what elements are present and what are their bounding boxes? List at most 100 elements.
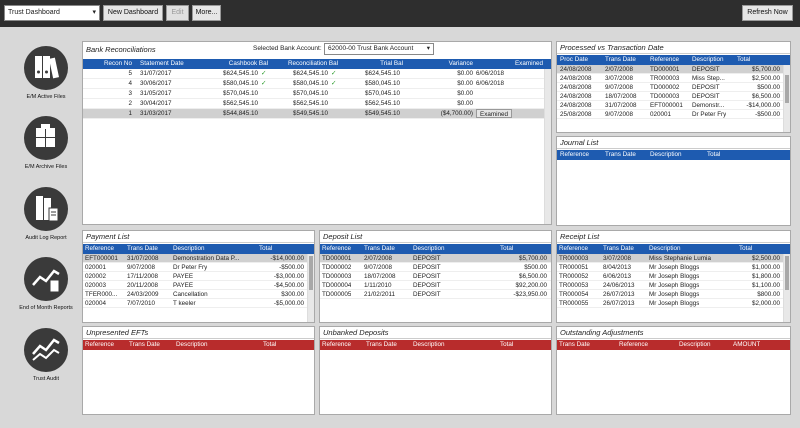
col-header[interactable]: Total [737, 55, 750, 65]
table-row[interactable]: 24/08/2008 31/07/2008 EFT000001 Demonstr...… [557, 101, 790, 110]
col-header[interactable]: Description [649, 244, 681, 254]
vertical-scrollbar[interactable] [544, 69, 551, 224]
table-header: Reference Trans Date Description Total [83, 244, 314, 254]
trial-bal: $624,545.10 [364, 70, 400, 77]
col-header[interactable]: Statement Date [140, 59, 210, 69]
reconciliation-bal: $549,545.10 [292, 110, 328, 117]
table-row[interactable]: 24/08/2008 9/07/2008 TD000002 DEPOSIT $500.0… [557, 83, 790, 92]
table-row[interactable]: TR000052 6/06/2013 Mr Joseph Bloggs $1,800.… [557, 272, 790, 281]
col-header[interactable]: Reference [619, 340, 648, 350]
nav-audit-log-report[interactable]: Audit Log Report [14, 187, 78, 241]
table-row[interactable]: 4 30/06/2017 $580,045.10 ✓ $580,045.10 ✓ $580,… [83, 79, 551, 89]
scroll-thumb[interactable] [785, 75, 789, 103]
col-header[interactable]: Description [679, 340, 711, 350]
col-header[interactable]: Total [707, 150, 720, 160]
refresh-now-button[interactable]: Refresh Now [742, 5, 793, 21]
table-row[interactable]: 2 30/04/2017 $562,545.10 $562,545.10 $562,54… [83, 99, 551, 109]
table-row[interactable]: 3 31/05/2017 $570,045.10 $570,045.10 $570,04… [83, 89, 551, 99]
table-cell: TR000003 [559, 255, 589, 262]
table-row[interactable]: TD000003 18/07/2008 DEPOSIT $6,500.00 [320, 272, 551, 281]
col-header[interactable]: Reference [322, 244, 351, 254]
nav-label: E/M Archive Files [24, 164, 68, 170]
nav-trust-audit[interactable]: Trust Audit [14, 328, 78, 382]
table-row[interactable]: TFER000... 24/03/2009 Cancellation $300.00 [83, 290, 314, 299]
col-header[interactable]: Total [263, 340, 276, 350]
table-row[interactable]: 020001 9/07/2008 Dr Peter Fry -$500.00 [83, 263, 314, 272]
col-header[interactable]: Reference [322, 340, 351, 350]
table-cell: TD000001 [322, 255, 352, 262]
col-header[interactable]: Trial Bal [348, 59, 403, 69]
table-cell: DEPOSIT [692, 93, 720, 100]
table-row[interactable]: TR000003 3/07/2008 Miss Stephanie Lumia $2,… [557, 254, 790, 263]
table-row[interactable]: 24/08/2008 3/07/2008 TR000003 Miss Step... $… [557, 74, 790, 83]
col-header[interactable]: Reference [85, 340, 114, 350]
col-header[interactable]: Examined [488, 59, 543, 69]
col-header[interactable]: Trans Date [129, 340, 160, 350]
dashboard-select-value: Trust Dashboard [8, 9, 60, 16]
col-header[interactable]: Description [413, 340, 445, 350]
col-header[interactable]: Description [413, 244, 445, 254]
col-header[interactable]: Reference [559, 244, 588, 254]
col-header[interactable]: Trans Date [127, 244, 158, 254]
col-header[interactable]: Trans Date [364, 244, 395, 254]
bank-account-select[interactable]: 62000-00 Trust Bank Account ▾ [324, 43, 434, 55]
vertical-scrollbar[interactable] [307, 254, 314, 322]
more-button[interactable]: More... [192, 5, 221, 21]
table-row[interactable]: 24/08/2008 2/07/2008 TD000001 DEPOSIT $5,700… [557, 65, 790, 74]
col-header[interactable]: Recon No [85, 59, 132, 69]
col-header[interactable]: Reference [85, 244, 114, 254]
table-cell: Mr Joseph Bloggs [649, 291, 700, 298]
col-header[interactable]: Description [692, 55, 724, 65]
col-header[interactable]: Trans Date [605, 55, 636, 65]
table-cell: EFT000001 [650, 102, 683, 109]
nav-em-archive-files[interactable]: E/M Archive Files [14, 116, 78, 170]
table-row[interactable]: TD000001 2/07/2008 DEPOSIT $5,700.00 [320, 254, 551, 263]
table-row[interactable]: EFT000001 31/07/2008 Demonstration Data P.… [83, 254, 314, 263]
selected-bank-label: Selected Bank Account: [253, 45, 322, 52]
col-header[interactable]: Description [173, 244, 205, 254]
scroll-thumb[interactable] [785, 256, 789, 290]
vertical-scrollbar[interactable] [783, 254, 790, 322]
table-row[interactable]: 25/08/2008 9/07/2008 020001 Dr Peter Fry -$5… [557, 110, 790, 119]
col-header[interactable]: Reference [560, 150, 589, 160]
variance: $0.00 [457, 80, 473, 87]
examined-button[interactable]: Examined [476, 109, 513, 118]
col-header[interactable]: Reconciliation Bal [273, 59, 338, 69]
table-row[interactable]: 020004 7/07/2010 T keeler -$5,000.00 [83, 299, 314, 308]
col-header[interactable]: Description [176, 340, 208, 350]
col-header[interactable]: Trans Date [366, 340, 397, 350]
col-header[interactable]: Description [650, 150, 682, 160]
col-header[interactable]: Total [259, 244, 272, 254]
scroll-thumb[interactable] [309, 256, 313, 290]
col-header[interactable]: AMOUNT [733, 340, 760, 350]
nav-em-active-files[interactable]: E/M Active Files [14, 46, 78, 100]
table-row[interactable]: TR000055 26/07/2013 Mr Joseph Bloggs $2,000… [557, 299, 790, 308]
table-row[interactable]: TD000002 9/07/2008 DEPOSIT $500.00 [320, 263, 551, 272]
table-row[interactable]: 020002 17/11/2008 PAYEE -$3,000.00 [83, 272, 314, 281]
table-row[interactable]: 5 31/07/2017 $624,545.10 ✓ $624,545.10 ✓ $624,… [83, 69, 551, 79]
cashbook-bal: $624,545.10 [222, 70, 258, 77]
table-row[interactable]: TR000053 24/06/2013 Mr Joseph Bloggs $1,100… [557, 281, 790, 290]
col-header[interactable]: Proc Date [560, 55, 588, 65]
table-row[interactable]: 1 31/03/2017 $544,845.10 $549,545.10 $549,54… [83, 109, 551, 119]
col-header[interactable]: Reference [650, 55, 679, 65]
table-row[interactable]: 24/08/2008 18/07/2008 TD000003 DEPOSIT $6,50… [557, 92, 790, 101]
table-row[interactable]: TR000054 26/07/2013 Mr Joseph Bloggs $800.0… [557, 290, 790, 299]
col-header[interactable]: Trans Date [559, 340, 590, 350]
table-row[interactable]: TD000005 21/02/2011 DEPOSIT -$23,950.00 [320, 290, 551, 299]
dashboard-select[interactable]: Trust Dashboard ▾ [4, 5, 100, 21]
table-row[interactable]: TD000004 1/11/2010 DEPOSIT $92,200.00 [320, 281, 551, 290]
col-header[interactable]: Total [500, 340, 513, 350]
table-row[interactable]: 020003 20/11/2008 PAYEE -$4,500.00 [83, 281, 314, 290]
col-header[interactable]: Variance [418, 59, 473, 69]
col-header[interactable]: Trans Date [603, 244, 634, 254]
edit-button[interactable]: Edit [166, 5, 189, 21]
new-dashboard-button[interactable]: New Dashboard [103, 5, 163, 21]
col-header[interactable]: Total [500, 244, 513, 254]
nav-end-of-month-reports[interactable]: End of Month Reports [14, 257, 78, 311]
col-header[interactable]: Cashbook Bal [213, 59, 268, 69]
table-row[interactable]: TR000051 8/04/2013 Mr Joseph Bloggs $1,000.… [557, 263, 790, 272]
vertical-scrollbar[interactable] [783, 65, 790, 132]
col-header[interactable]: Trans Date [605, 150, 636, 160]
col-header[interactable]: Total [739, 244, 752, 254]
